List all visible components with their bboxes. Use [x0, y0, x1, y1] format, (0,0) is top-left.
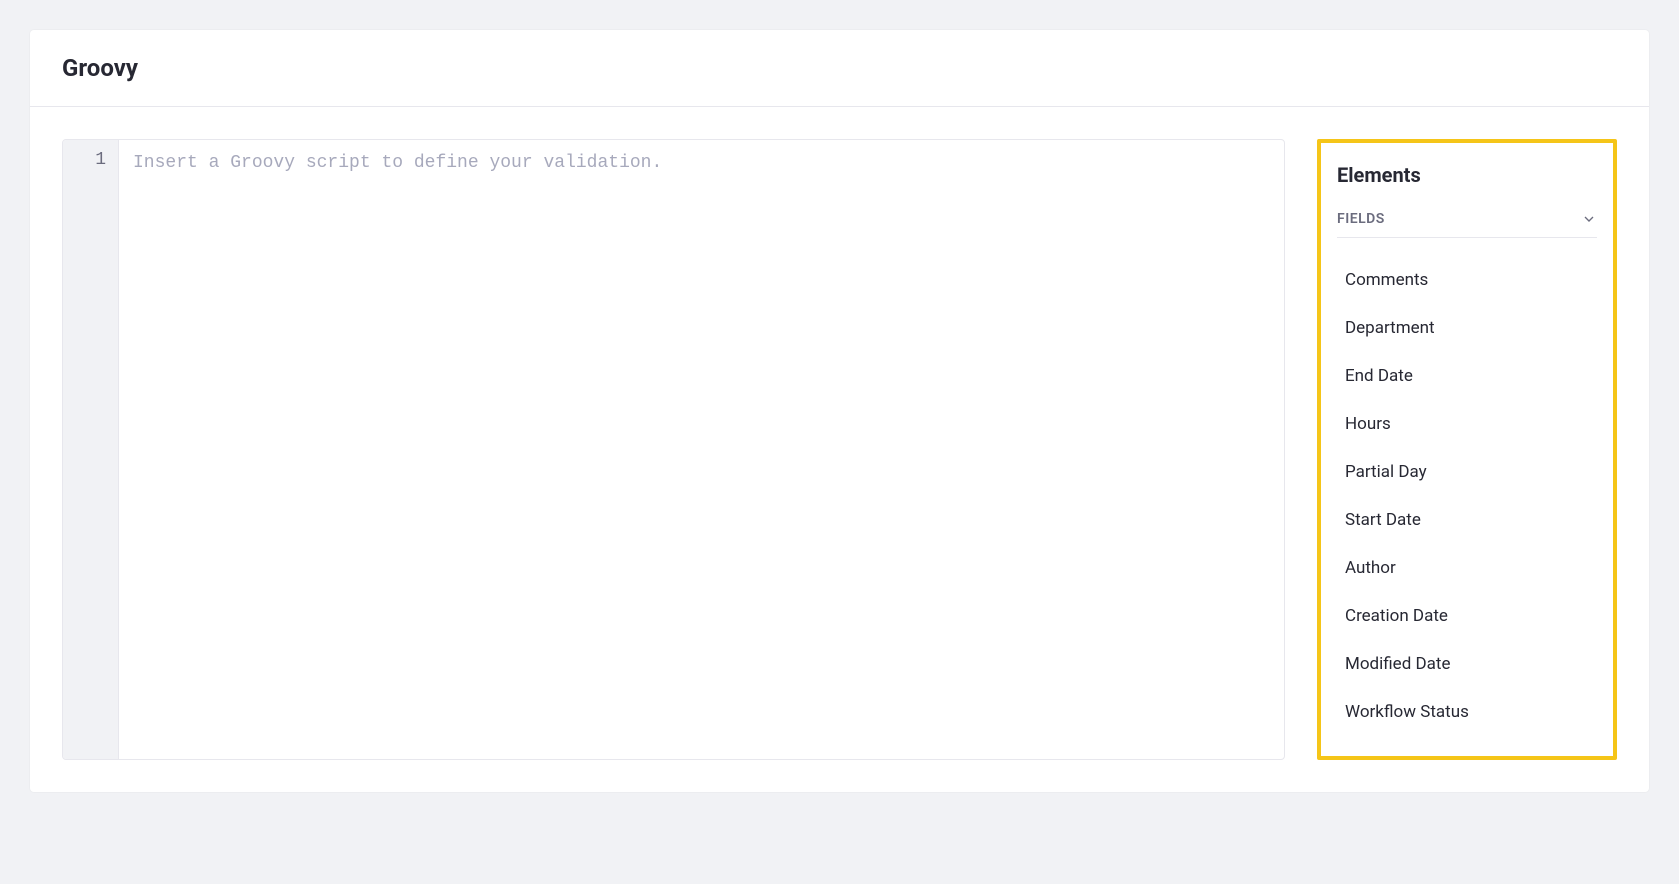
- line-number: 1: [63, 150, 106, 170]
- field-item-end-date[interactable]: End Date: [1337, 352, 1597, 400]
- card-body: 1 Elements FIELDS Comments Department En…: [30, 107, 1649, 792]
- groovy-card: Groovy 1 Elements FIELDS Comments Depart…: [30, 30, 1649, 792]
- groovy-script-input[interactable]: [133, 150, 1270, 749]
- field-item-partial-day[interactable]: Partial Day: [1337, 448, 1597, 496]
- elements-panel: Elements FIELDS Comments Department End …: [1317, 139, 1617, 760]
- fields-section-label: FIELDS: [1337, 211, 1385, 227]
- code-editor: 1: [62, 139, 1285, 760]
- fields-list: Comments Department End Date Hours Parti…: [1337, 256, 1597, 736]
- elements-title: Elements: [1337, 163, 1597, 187]
- field-item-workflow-status[interactable]: Workflow Status: [1337, 688, 1597, 736]
- field-item-modified-date[interactable]: Modified Date: [1337, 640, 1597, 688]
- chevron-down-icon: [1581, 211, 1597, 227]
- page-title: Groovy: [62, 54, 1617, 82]
- field-item-author[interactable]: Author: [1337, 544, 1597, 592]
- field-item-department[interactable]: Department: [1337, 304, 1597, 352]
- card-header: Groovy: [30, 30, 1649, 107]
- fields-section-header[interactable]: FIELDS: [1337, 211, 1597, 238]
- editor-gutter: 1: [63, 140, 119, 759]
- field-item-creation-date[interactable]: Creation Date: [1337, 592, 1597, 640]
- field-item-start-date[interactable]: Start Date: [1337, 496, 1597, 544]
- field-item-comments[interactable]: Comments: [1337, 256, 1597, 304]
- code-area: [119, 140, 1284, 759]
- field-item-hours[interactable]: Hours: [1337, 400, 1597, 448]
